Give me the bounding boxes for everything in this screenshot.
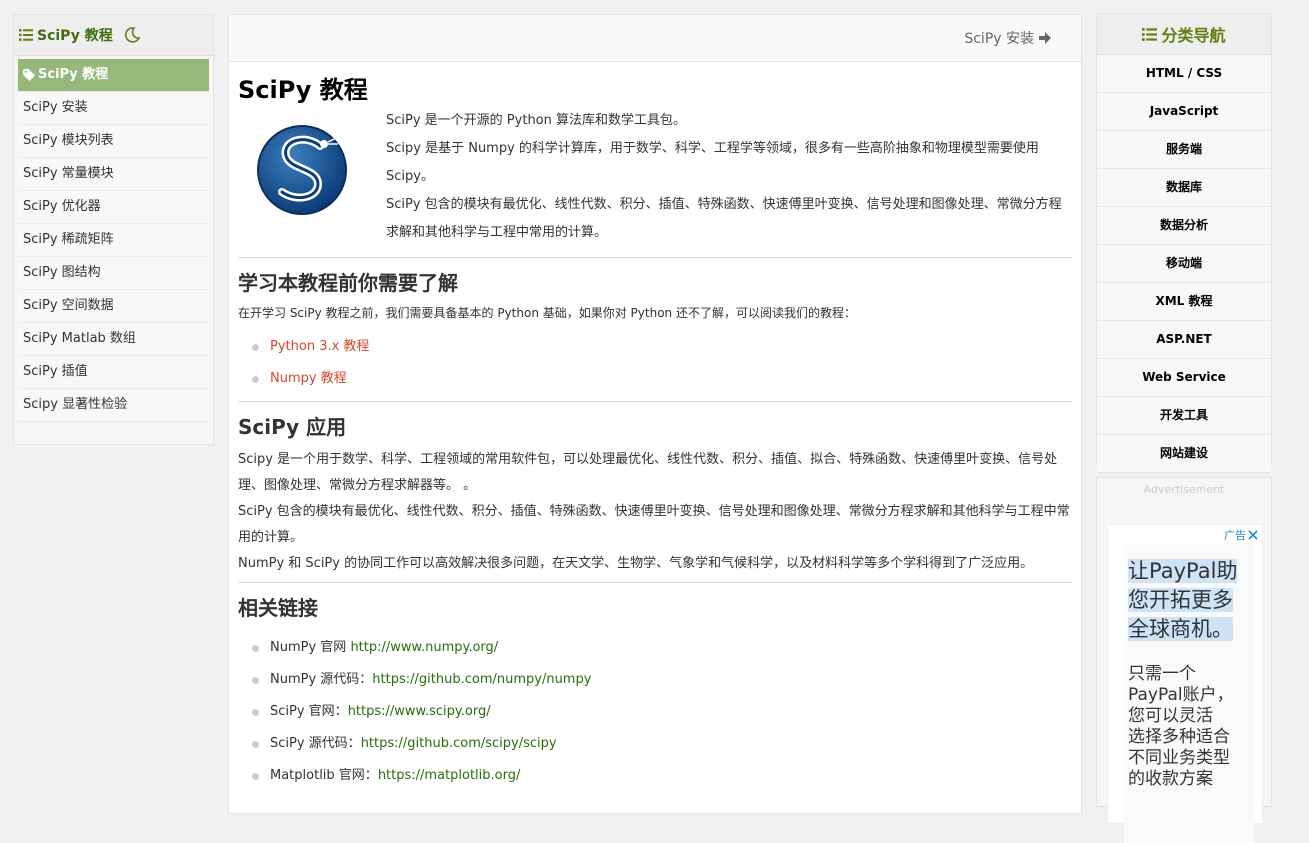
- left-sidebar: SciPy 教程 SciPy 教程 SciPy 安装 SciPy 模块列表 Sc…: [13, 14, 214, 445]
- ad-headline: 让PayPal助 您开拓更多 全球商机。: [1128, 557, 1254, 644]
- main-content: SciPy 安装 SciPy 教程 SciPy 是一个开源的 Python 算法…: [228, 14, 1082, 814]
- related-link-list: NumPy 官网 http://www.numpy.org/ NumPy 源代码…: [238, 632, 1072, 792]
- sidebar-item-scipy-sparse[interactable]: SciPy 稀疏矩阵: [18, 224, 209, 257]
- sidebar-item-scipy-graph[interactable]: SciPy 图结构: [18, 257, 209, 290]
- sidebar-item-scipy-optimizer[interactable]: SciPy 优化器: [18, 191, 209, 224]
- related-heading: 相关链接: [238, 596, 318, 620]
- arrow-right-icon: [1039, 32, 1051, 44]
- sidebar-item-scipy-interpolate[interactable]: SciPy 插值: [18, 356, 209, 389]
- category-aspnet[interactable]: ASP.NET: [1097, 321, 1271, 359]
- sidebar-item-scipy-constants[interactable]: SciPy 常量模块: [18, 158, 209, 191]
- category-server[interactable]: 服务端: [1097, 131, 1271, 169]
- list-icon: [19, 29, 33, 41]
- related-label: SciPy 官网：: [270, 704, 348, 719]
- list-item: Python 3.x 教程: [238, 331, 1072, 363]
- intro-section: SciPy 是一个开源的 Python 算法库和数学工具包。 Scipy 是基于…: [238, 105, 1072, 257]
- left-sidebar-header: SciPy 教程: [14, 15, 213, 56]
- list-item: SciPy 官网：https://www.scipy.org/: [238, 696, 1072, 728]
- category-website-building[interactable]: 网站建设: [1097, 435, 1271, 473]
- category-web-service[interactable]: Web Service: [1097, 359, 1271, 397]
- numpy-site-link[interactable]: http://www.numpy.org/: [350, 640, 498, 655]
- prereq-text: 在开学习 SciPy 教程之前，我们需要具备基本的 Python 基础，如果你对…: [238, 306, 856, 320]
- matplotlib-site-link[interactable]: https://matplotlib.org/: [378, 768, 521, 783]
- right-sidebar-title: 分类导航: [1161, 26, 1226, 45]
- ad-body-line: 选择多种适合: [1128, 727, 1230, 747]
- ad-choices-badge[interactable]: 广告: [1224, 527, 1258, 543]
- apps-paragraph: SciPy 包含的模块有最优化、线性代数、积分、插值、特殊函数、快速傅里叶变换、…: [238, 504, 1070, 545]
- ad-body-line: 不同业务类型: [1128, 748, 1230, 768]
- next-page-link[interactable]: SciPy 安装: [964, 28, 1052, 48]
- left-sidebar-title: SciPy 教程: [37, 28, 113, 44]
- prereq-link-list: Python 3.x 教程 Numpy 教程: [238, 331, 1072, 395]
- intro-paragraph: SciPy 是一个开源的 Python 算法库和数学工具包。: [386, 113, 687, 128]
- ad-headline-line: 让PayPal助: [1128, 559, 1238, 583]
- ad-headline-line: 全球商机。: [1128, 617, 1233, 641]
- ad-headline-line: 您开拓更多: [1128, 588, 1233, 612]
- apps-paragraph: NumPy 和 SciPy 的协同工作可以高效解决很多问题，在天文学、生物学、气…: [238, 556, 1034, 571]
- related-label: NumPy 源代码：: [270, 672, 373, 687]
- ad-body-line: 您可以灵活: [1128, 706, 1213, 726]
- apps-paragraph: Scipy 是一个用于数学、科学、工程领域的常用软件包，可以处理最优化、线性代数…: [238, 452, 1058, 493]
- numpy-tutorial-link[interactable]: Numpy 教程: [270, 371, 347, 386]
- list-item: NumPy 源代码：https://github.com/numpy/numpy: [238, 664, 1072, 696]
- list-item: Matplotlib 官网：https://matplotlib.org/: [238, 760, 1072, 792]
- category-mobile[interactable]: 移动端: [1097, 245, 1271, 283]
- ad-label: Advertisement: [1143, 483, 1225, 496]
- python3-tutorial-link[interactable]: Python 3.x 教程: [270, 339, 369, 354]
- scipy-site-link[interactable]: https://www.scipy.org/: [348, 704, 491, 719]
- right-sidebar-header: 分类导航: [1097, 14, 1271, 55]
- scipy-source-link[interactable]: https://github.com/scipy/scipy: [361, 736, 557, 751]
- apps-heading: SciPy 应用: [238, 415, 347, 439]
- sidebar-item-scipy-significance[interactable]: Scipy 显著性检验: [18, 389, 209, 422]
- sidebar-item-scipy-install[interactable]: SciPy 安装: [18, 92, 209, 125]
- sidebar-item-scipy-matlab[interactable]: SciPy Matlab 数组: [18, 323, 209, 356]
- ad-body-line: 的收款方案: [1128, 769, 1213, 789]
- sidebar-item-scipy-tutorial[interactable]: SciPy 教程: [18, 59, 209, 92]
- ad-body: 只需一个 PayPal账户， 您可以灵活 选择多种适合 不同业务类型 的收款方案: [1128, 664, 1254, 790]
- scipy-logo: [257, 125, 347, 215]
- ad-card[interactable]: 让PayPal助 您开拓更多 全球商机。 只需一个 PayPal账户， 您可以灵…: [1124, 543, 1254, 843]
- list-icon: [1142, 27, 1158, 41]
- intro-paragraph: Scipy 是基于 Numpy 的科学计算库，用于数学、科学、工程学等领域，很多…: [386, 141, 1039, 184]
- left-sidebar-list: SciPy 教程 SciPy 安装 SciPy 模块列表 SciPy 常量模块 …: [14, 56, 213, 422]
- list-item: NumPy 官网 http://www.numpy.org/: [238, 632, 1072, 664]
- sidebar-item-scipy-modules[interactable]: SciPy 模块列表: [18, 125, 209, 158]
- page-title: SciPy 教程: [238, 76, 368, 104]
- ad-body-line: 只需一个: [1128, 664, 1196, 684]
- prereq-heading: 学习本教程前你需要了解: [238, 271, 458, 295]
- related-label: NumPy 官网: [270, 640, 351, 655]
- numpy-source-link[interactable]: https://github.com/numpy/numpy: [372, 672, 591, 687]
- apps-section: Scipy 是一个用于数学、科学、工程领域的常用软件包，可以处理最优化、线性代数…: [238, 447, 1072, 577]
- category-database[interactable]: 数据库: [1097, 169, 1271, 207]
- close-icon[interactable]: [1248, 530, 1258, 540]
- ad-badge-label: 广告: [1224, 529, 1246, 542]
- related-label: SciPy 源代码：: [270, 736, 361, 751]
- intro-paragraph: SciPy 包含的模块有最优化、线性代数、积分、插值、特殊函数、快速傅里叶变换、…: [386, 197, 1062, 240]
- list-item: Numpy 教程: [238, 363, 1072, 395]
- category-xml[interactable]: XML 教程: [1097, 283, 1271, 321]
- intro-text: SciPy 是一个开源的 Python 算法库和数学工具包。 Scipy 是基于…: [386, 107, 1074, 247]
- dark-mode-moon-icon[interactable]: [123, 26, 141, 44]
- category-html-css[interactable]: HTML / CSS: [1097, 55, 1271, 93]
- ad-content[interactable]: 广告 让PayPal助 您开拓更多 全球商机。 只需一个 PayPal账户， 您…: [1107, 524, 1263, 843]
- sidebar-item-scipy-spatial[interactable]: SciPy 空间数据: [18, 290, 209, 323]
- tag-icon: [23, 69, 35, 81]
- ad-body-line: PayPal账户，: [1128, 685, 1234, 705]
- category-javascript[interactable]: JavaScript: [1097, 93, 1271, 131]
- top-nav-bar: SciPy 安装: [229, 15, 1081, 62]
- category-data-analysis[interactable]: 数据分析: [1097, 207, 1271, 245]
- sidebar-item-label: SciPy 教程: [38, 67, 109, 82]
- next-page-label: SciPy 安装: [964, 31, 1034, 47]
- category-dev-tools[interactable]: 开发工具: [1097, 397, 1271, 435]
- right-sidebar: 分类导航 HTML / CSS JavaScript 服务端 数据库 数据分析 …: [1096, 13, 1272, 473]
- list-item: SciPy 源代码：https://github.com/scipy/scipy: [238, 728, 1072, 760]
- advertisement-box: Advertisement 广告 让PayPal助 您开拓更多 全球商机。 只需…: [1096, 477, 1272, 843]
- related-label: Matplotlib 官网：: [270, 768, 378, 783]
